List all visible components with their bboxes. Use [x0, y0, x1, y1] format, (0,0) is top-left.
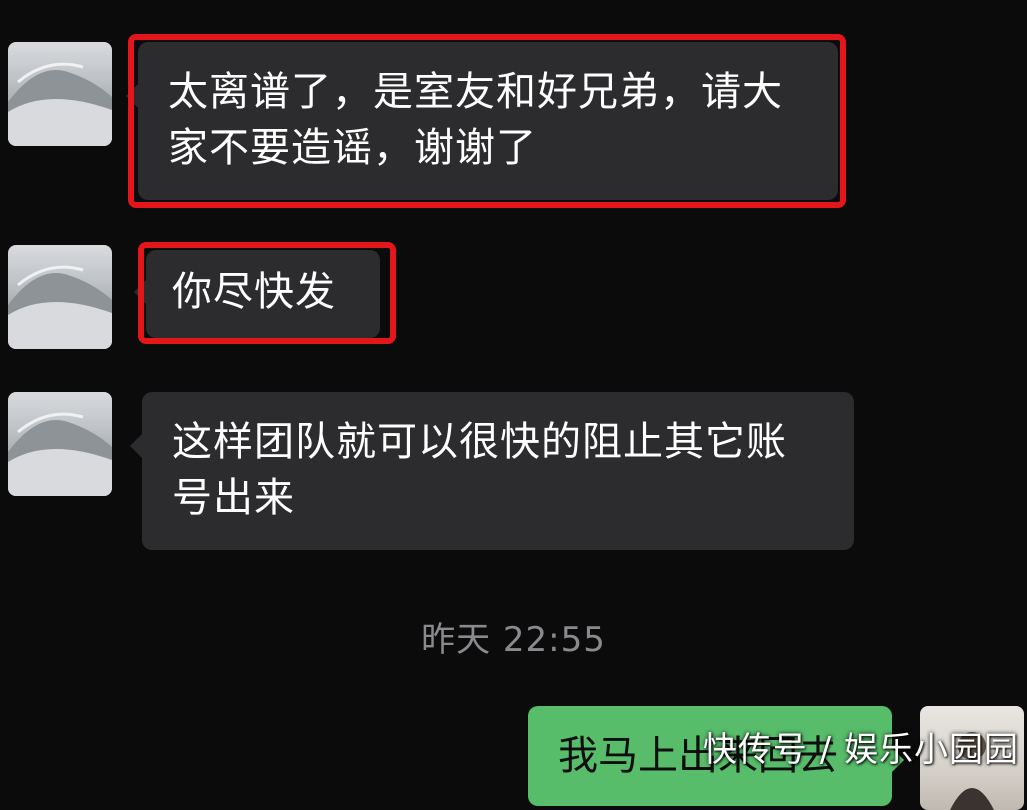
contact-avatar[interactable] [8, 42, 112, 146]
red-highlight-box [128, 34, 846, 208]
contact-avatar[interactable] [8, 245, 112, 349]
watermark: 快传号 / 娱乐小园园 [702, 730, 1019, 770]
contact-avatar[interactable] [8, 392, 112, 496]
red-highlight-box [138, 242, 396, 344]
message-text-line: 号出来 [172, 475, 295, 521]
landscape-avatar-icon [8, 62, 112, 146]
message-text-line: 这样团队就可以很快的阻止其它账 [172, 419, 787, 465]
chat-timestamp: 昨天 22:55 [421, 620, 606, 660]
landscape-avatar-icon [8, 412, 112, 496]
message-bubble[interactable]: 这样团队就可以很快的阻止其它账 号出来 [130, 392, 854, 550]
landscape-avatar-icon [8, 265, 112, 349]
bubble-tail [130, 434, 142, 458]
